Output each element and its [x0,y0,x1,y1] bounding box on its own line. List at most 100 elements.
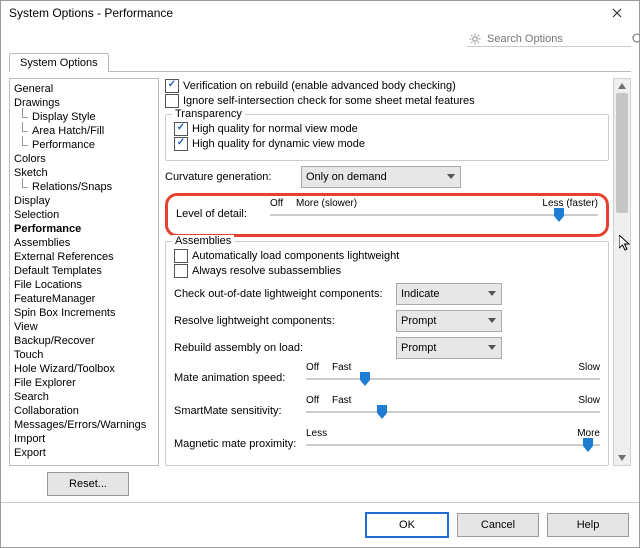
tree-node[interactable]: Area Hatch/Fill [12,124,156,138]
select-resolve-light[interactable]: Prompt [396,310,502,332]
window-title: System Options - Performance [9,6,599,20]
tree-node[interactable]: Spin Box Increments [12,306,156,320]
tree-node[interactable]: Hole Wizard/Toolbox [12,362,156,376]
vertical-scrollbar[interactable] [613,78,631,466]
tab-system-options[interactable]: System Options [9,53,109,72]
tree-node[interactable]: External References [12,250,156,264]
row-rebuild: Rebuild assembly on load: Prompt [174,337,600,359]
scroll-up-arrow[interactable] [614,79,630,93]
select-value: Only on demand [306,171,387,183]
dialog-buttons: OK Cancel Help [1,502,639,547]
tree-node[interactable]: Messages/Errors/Warnings [12,418,156,432]
chk-label: Always resolve subassemblies [192,265,341,277]
chk-hq-dynamic[interactable]: High quality for dynamic view mode [174,137,600,151]
tree-node[interactable]: Assemblies [12,236,156,250]
tree-node[interactable]: Relations/Snaps [12,180,156,194]
slider-mate-anim[interactable]: Off Fast Slow [306,364,600,392]
tree-node[interactable]: Touch [12,348,156,362]
checkbox-icon [174,249,188,263]
tree-node[interactable]: Drawings [12,96,156,110]
close-button[interactable] [599,3,635,23]
options-panel: Verification on rebuild (enable advanced… [165,78,613,466]
tree-node[interactable]: Search [12,390,156,404]
tree-node[interactable]: Sketch [12,166,156,180]
row-magnetic: Magnetic mate proximity: Less More [174,430,600,458]
row-curvature: Curvature generation: Only on demand [165,166,609,188]
ok-button[interactable]: OK [365,512,449,538]
checkbox-icon [174,137,188,151]
tree-node[interactable]: Display [12,194,156,208]
label: Curvature generation: [165,171,295,183]
chk-hq-normal[interactable]: High quality for normal view mode [174,122,600,136]
close-icon [612,8,622,18]
slider-smartmate[interactable]: Off Fast Slow [306,397,600,425]
scroll-thumb[interactable] [616,93,628,213]
chk-label: High quality for dynamic view mode [192,138,365,150]
slider-magnetic[interactable]: Less More [306,430,600,458]
select-curvature[interactable]: Only on demand [301,166,461,188]
slider-level-of-detail[interactable]: Off More (slower) Less (faster) [270,200,598,228]
label: Check out-of-date lightweight components… [174,288,390,300]
checkbox-icon [165,79,179,93]
gear-icon [469,33,481,45]
select-value: Prompt [401,342,436,354]
row-check-outofdate: Check out-of-date lightweight components… [174,283,600,305]
slider-thumb[interactable] [583,438,593,452]
label: Magnetic mate proximity: [174,438,300,450]
chk-label: Verification on rebuild (enable advanced… [183,80,456,92]
tree-node[interactable]: General [12,82,156,96]
label: Rebuild assembly on load: [174,342,390,354]
chk-verification[interactable]: Verification on rebuild (enable advanced… [165,79,609,93]
title-bar: System Options - Performance [1,1,639,25]
slider-thumb[interactable] [554,208,564,222]
scroll-down-arrow[interactable] [614,451,630,465]
tree-node[interactable]: Export [12,446,156,460]
tree-node[interactable]: FeatureManager [12,292,156,306]
chk-label: High quality for normal view mode [192,123,358,135]
tree-node[interactable]: File Locations [12,278,156,292]
search-box[interactable] [467,32,631,47]
tab-strip: System Options [1,53,639,72]
category-tree[interactable]: GeneralDrawingsDisplay StyleArea Hatch/F… [9,78,159,466]
chk-auto-lightweight[interactable]: Automatically load components lightweigh… [174,249,600,263]
chk-label: Ignore self-intersection check for some … [183,95,475,107]
row-resolve-light: Resolve lightweight components: Prompt [174,310,600,332]
scroll-track[interactable] [614,93,630,451]
search-input[interactable] [485,32,631,46]
chk-ignore-self[interactable]: Ignore self-intersection check for some … [165,94,609,108]
slider-thumb[interactable] [377,405,387,419]
help-button[interactable]: Help [547,513,629,537]
tree-node[interactable]: Selection [12,208,156,222]
label: Resolve lightweight components: [174,315,390,327]
tree-node[interactable]: File Explorer [12,376,156,390]
select-check-outofdate[interactable]: Indicate [396,283,502,305]
checkbox-icon [174,122,188,136]
group-transparency: Transparency High quality for normal vie… [165,114,609,161]
tree-node[interactable]: Import [12,432,156,446]
group-assemblies: Assemblies Automatically load components… [165,241,609,466]
row-smartmate: SmartMate sensitivity: Off Fast Slow [174,397,600,425]
select-value: Prompt [401,315,436,327]
label: SmartMate sensitivity: [174,405,300,417]
tree-node[interactable]: Backup/Recover [12,334,156,348]
chk-label: Automatically load components lightweigh… [192,250,399,262]
select-value: Indicate [401,288,440,300]
tree-node[interactable]: Performance [12,222,156,236]
slider-label-less: Less (faster) [542,198,598,209]
tree-node[interactable]: View [12,320,156,334]
tree-node[interactable]: Performance [12,138,156,152]
cancel-button[interactable]: Cancel [457,513,539,537]
tree-node[interactable]: Display Style [12,110,156,124]
select-rebuild[interactable]: Prompt [396,337,502,359]
chk-resolve-sub[interactable]: Always resolve subassemblies [174,264,600,278]
slider-label-more: More (slower) [296,198,357,209]
slider-label-off: Off [270,198,283,209]
label: Level of detail: [176,208,264,220]
tree-node[interactable]: Collaboration [12,404,156,418]
group-legend: Assemblies [172,235,234,247]
highlighted-region: Level of detail: Off More (slower) Less … [165,193,609,237]
tree-node[interactable]: Default Templates [12,264,156,278]
tree-node[interactable]: Colors [12,152,156,166]
reset-button[interactable]: Reset... [47,472,129,496]
slider-thumb[interactable] [360,372,370,386]
